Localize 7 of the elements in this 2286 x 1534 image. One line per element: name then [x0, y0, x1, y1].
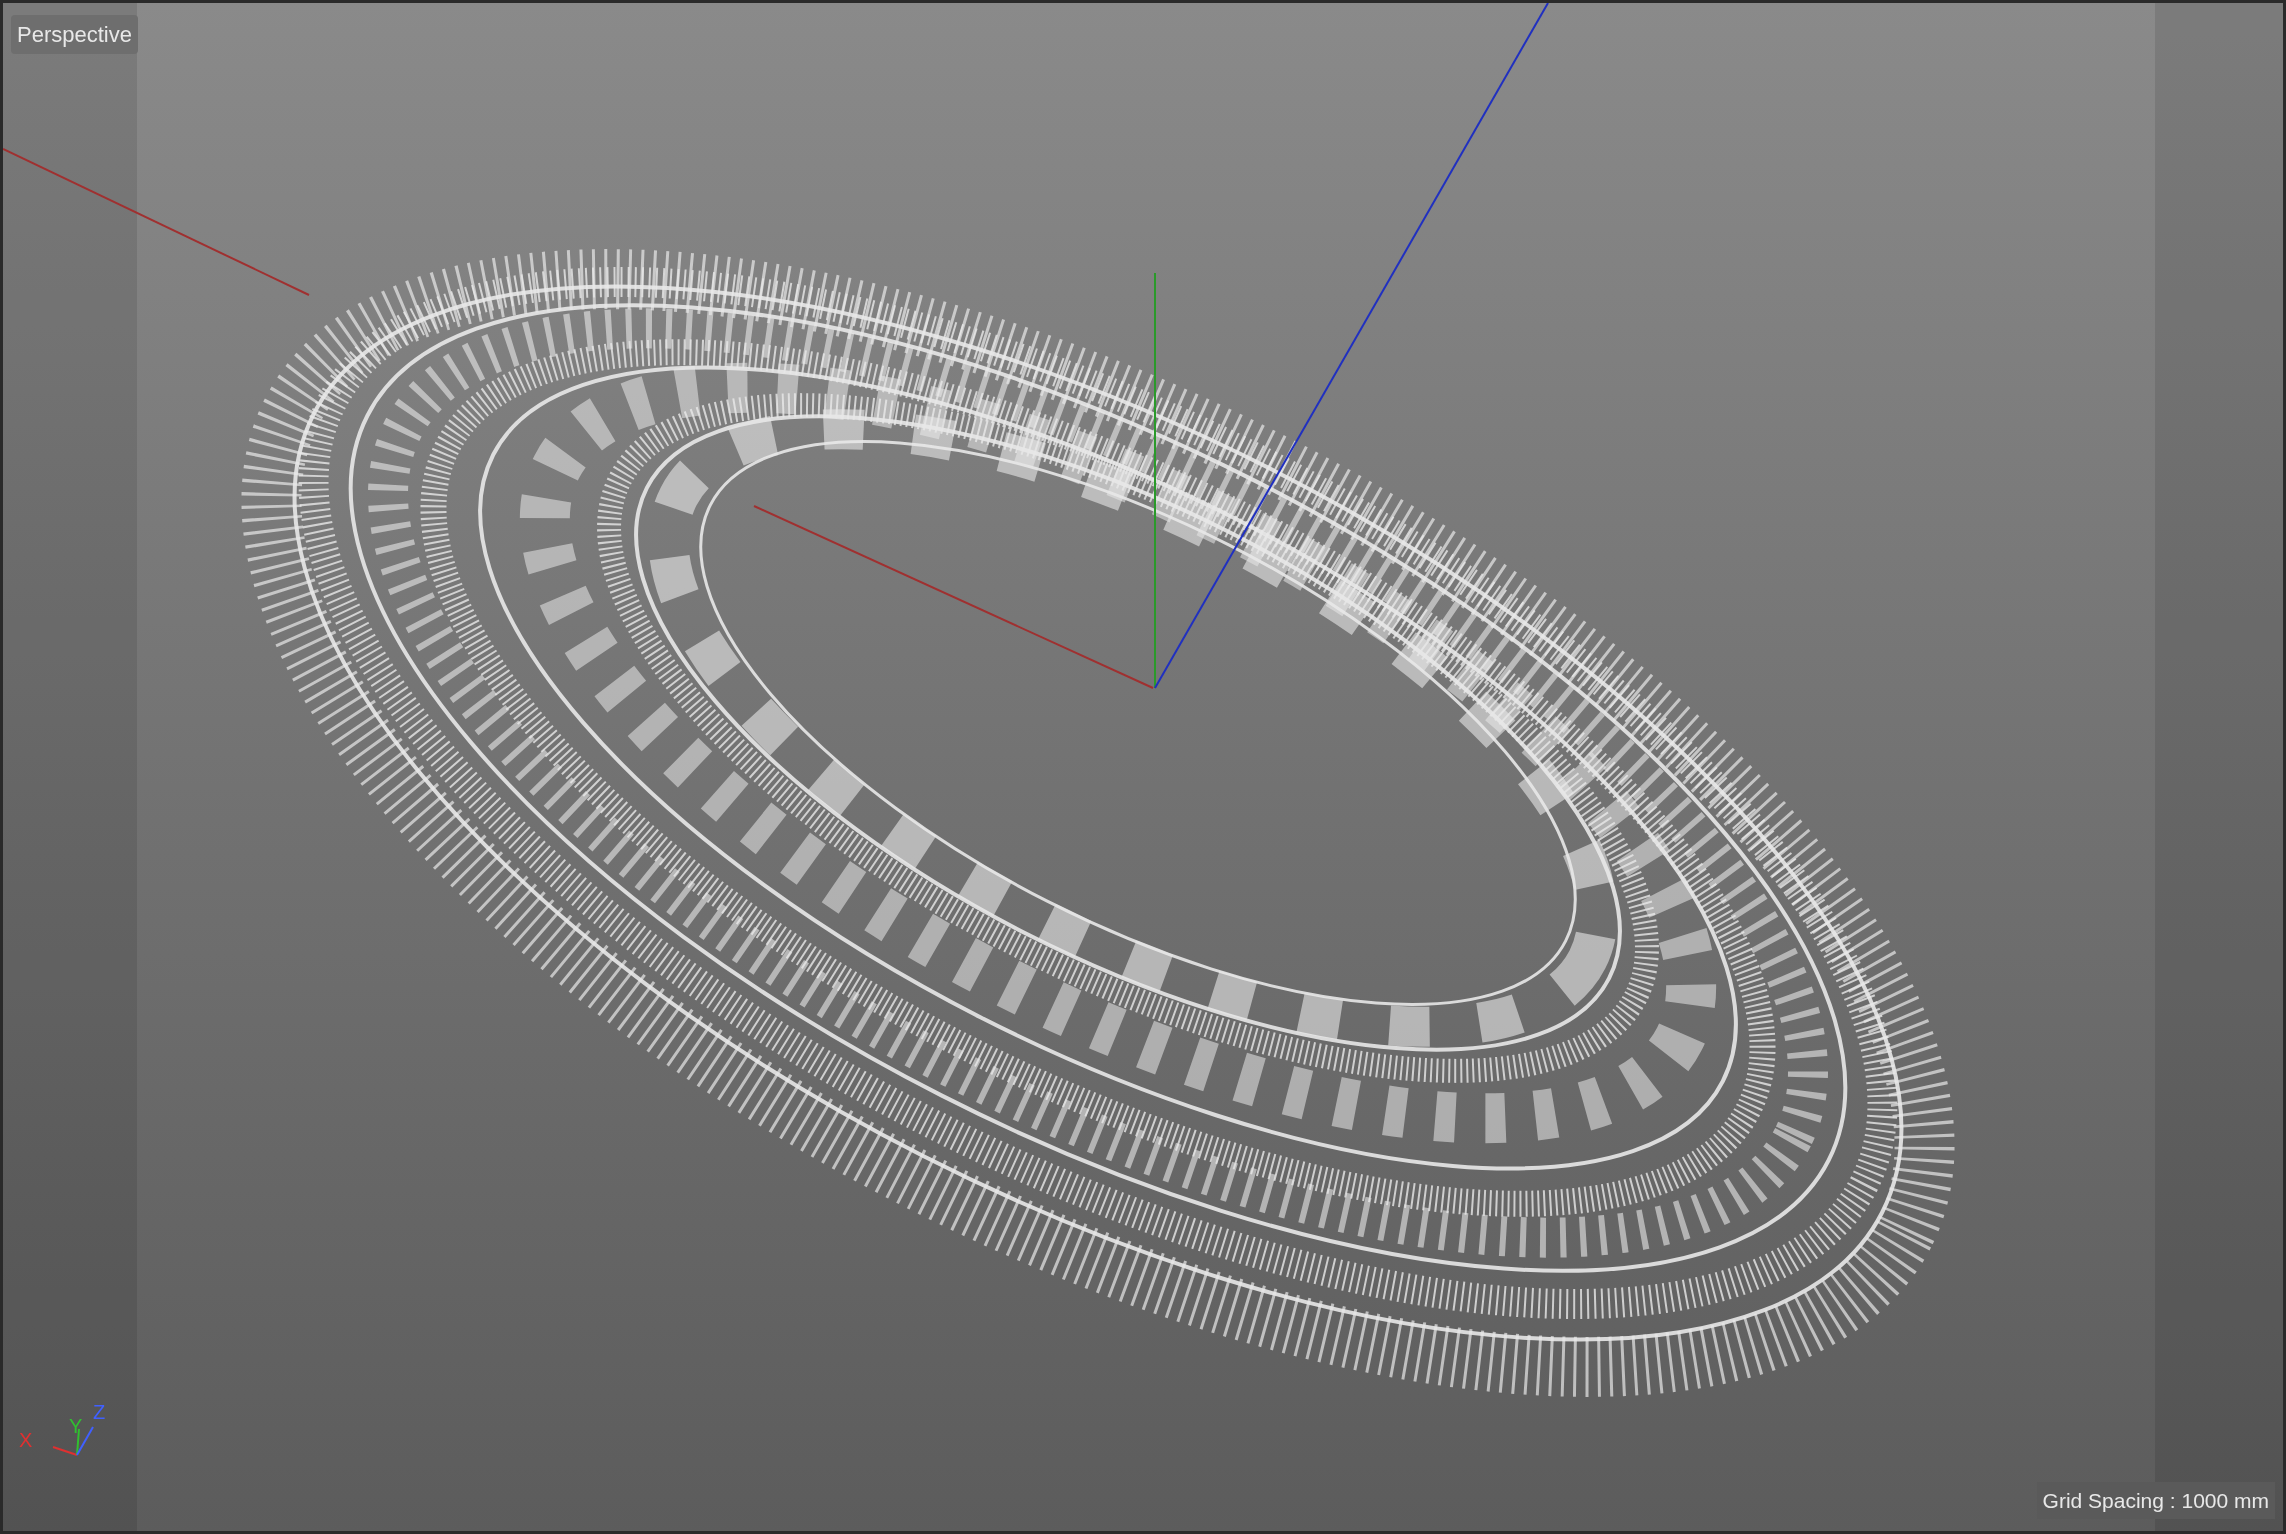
axis-label: Y: [69, 1414, 83, 1439]
grid-spacing-label: Grid Spacing : 1000 mm: [2036, 1481, 2275, 1519]
wireframe-ring-drawing[interactable]: [242, 250, 1954, 1396]
perspective-viewport[interactable]: Perspective X Y Z Grid Spacing : 1000 mm: [0, 0, 2286, 1534]
axis-label: Z: [93, 1400, 106, 1425]
camera-label[interactable]: Perspective: [11, 15, 138, 54]
axis-label: X: [19, 1428, 33, 1453]
